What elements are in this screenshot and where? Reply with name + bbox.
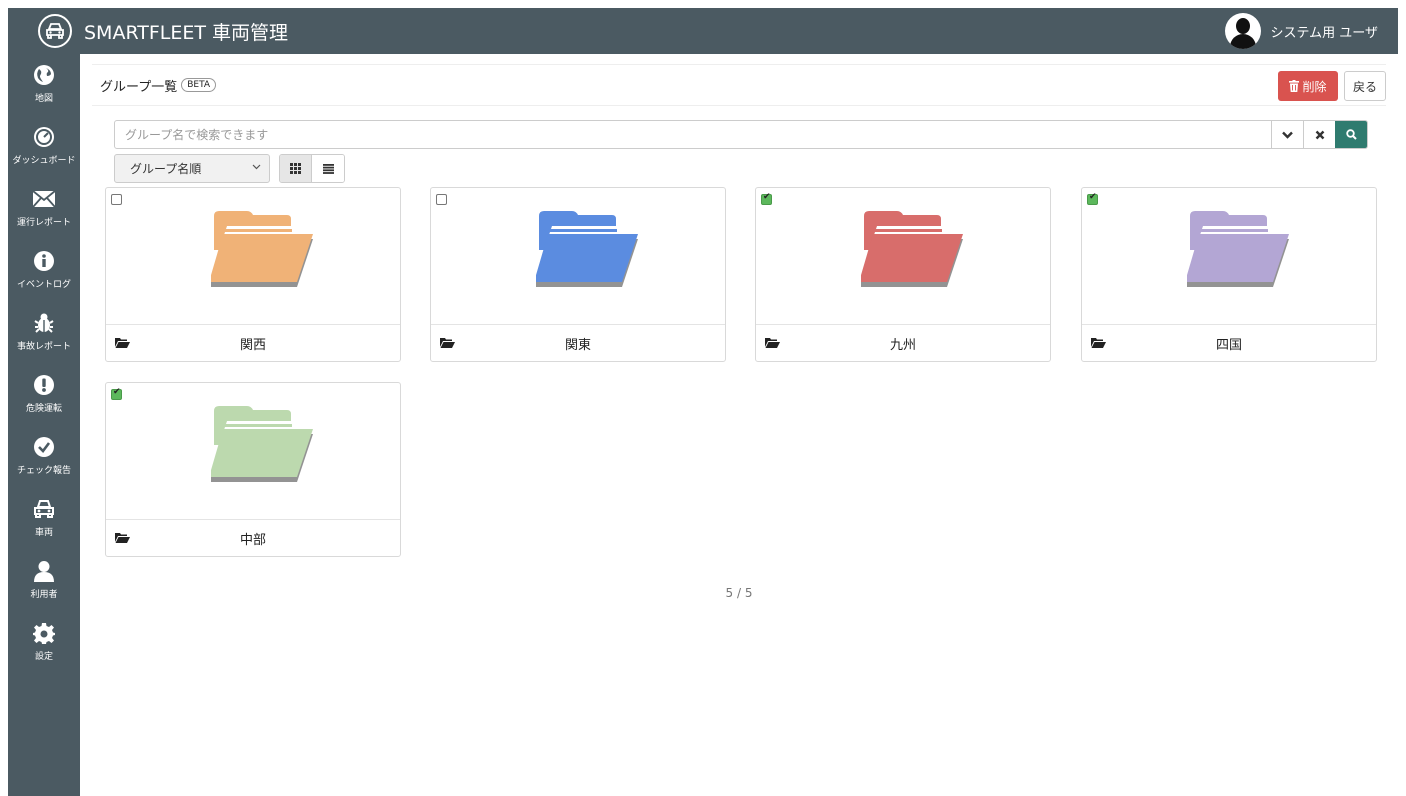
pagination-indicator: 5 / 5 [725, 586, 753, 600]
sidebar-item-trip-report[interactable]: 運行レポート [8, 178, 80, 240]
search-button[interactable] [1335, 121, 1367, 148]
group-checkbox[interactable] [761, 192, 772, 205]
search-icon [1345, 129, 1357, 140]
sidebar-item-label: イベントログ [16, 280, 71, 290]
user-icon [31, 558, 57, 584]
bug-icon [31, 310, 57, 336]
sidebar-item-users[interactable]: 利用者 [8, 550, 80, 612]
sort-selected-value: グループ名順 [130, 162, 202, 176]
delete-button[interactable]: 削除 [1278, 71, 1338, 101]
user-menu[interactable]: システム用 ユーザ [1224, 13, 1378, 49]
sidebar-item-label: 地図 [34, 94, 53, 104]
beta-badge: BETA [181, 78, 217, 92]
group-checkbox[interactable] [111, 387, 122, 400]
chevron-down-icon [252, 164, 261, 170]
sidebar-item-dashboard[interactable]: ダッシュボード [8, 116, 80, 178]
sidebar-item-event-log[interactable]: イベントログ [8, 240, 80, 302]
envelope-icon [31, 186, 57, 212]
sidebar-item-label: 車両 [34, 528, 53, 538]
search-bar [114, 120, 1368, 149]
group-card-kyushu[interactable]: 九州 [755, 187, 1051, 362]
sidebar-item-settings[interactable]: 設定 [8, 612, 80, 674]
group-name: 関西 [239, 337, 266, 353]
group-card-kansai[interactable]: 関西 [105, 187, 401, 362]
group-name: 関東 [564, 337, 591, 353]
dashboard-icon [31, 124, 57, 150]
group-card-shikoku[interactable]: 四国 [1081, 187, 1377, 362]
info-icon [31, 248, 57, 274]
view-mode-toggle [279, 154, 345, 183]
group-card-footer: 中部 [106, 519, 400, 556]
group-card-chubu[interactable]: 中部 [105, 382, 401, 557]
sidebar: 地図 ダッシュボード 運行レポート イベントログ 事故レポート 危険運転 チェッ… [8, 54, 80, 796]
group-name: 九州 [889, 337, 916, 353]
sidebar-item-label: 利用者 [30, 590, 58, 600]
group-checkbox[interactable] [436, 194, 447, 205]
search-options-button[interactable] [1271, 121, 1303, 148]
globe-icon [31, 62, 57, 88]
grid-view-button[interactable] [280, 155, 312, 182]
group-card-footer: 関東 [431, 324, 725, 361]
sidebar-item-map[interactable]: 地図 [8, 54, 80, 116]
close-icon [1315, 130, 1324, 139]
folder-open-icon [765, 338, 780, 348]
page-header: グループ一覧 BETA 削除 戻る [92, 64, 1386, 106]
delete-button-label: 削除 [1302, 79, 1327, 94]
folder-open-icon [115, 533, 130, 543]
sort-select[interactable]: グループ名順 [114, 154, 270, 183]
sidebar-item-label: 危険運転 [25, 404, 62, 414]
group-name: 四国 [1215, 337, 1242, 353]
sidebar-item-dangerous-driving[interactable]: 危険運転 [8, 364, 80, 426]
car-icon [31, 496, 57, 522]
sidebar-item-check-report[interactable]: チェック報告 [8, 426, 80, 488]
gear-icon [31, 620, 57, 646]
user-name[interactable]: システム用 ユーザ [1271, 22, 1378, 41]
group-checkbox[interactable] [1087, 192, 1098, 205]
check-circle-icon [31, 434, 57, 460]
app-title: SMARTFLEET 車両管理 [84, 21, 289, 44]
sidebar-item-label: ダッシュボード [12, 156, 76, 166]
list-icon [322, 163, 334, 174]
folder-open-icon [1091, 338, 1106, 348]
folder-icon [1187, 211, 1289, 287]
list-view-button[interactable] [312, 155, 344, 182]
group-checkbox[interactable] [111, 194, 122, 205]
sidebar-item-accident-report[interactable]: 事故レポート [8, 302, 80, 364]
search-input[interactable] [115, 121, 1271, 148]
back-button[interactable]: 戻る [1344, 71, 1386, 101]
search-clear-button[interactable] [1303, 121, 1335, 148]
group-card-footer: 九州 [756, 324, 1050, 361]
sidebar-item-label: チェック報告 [16, 466, 71, 476]
folder-icon [211, 406, 313, 482]
group-card-footer: 四国 [1082, 324, 1376, 361]
chevron-down-icon [1282, 131, 1293, 139]
page-title: グループ一覧 [100, 79, 178, 95]
folder-icon [211, 211, 313, 287]
folder-icon [861, 211, 963, 287]
trash-icon [1289, 80, 1300, 92]
sidebar-item-label: 運行レポート [16, 218, 71, 228]
folder-open-icon [115, 338, 130, 348]
top-bar: SMARTFLEET 車両管理 システム用 ユーザ [8, 8, 1398, 54]
grid-icon [290, 163, 301, 174]
main-content: グループ一覧 BETA 削除 戻る グループ名順 [80, 54, 1398, 796]
user-avatar-icon[interactable] [1224, 13, 1261, 49]
group-card-footer: 関西 [106, 324, 400, 361]
sidebar-item-vehicles[interactable]: 車両 [8, 488, 80, 550]
group-card-kanto[interactable]: 関東 [430, 187, 726, 362]
car-logo-icon[interactable] [38, 14, 72, 48]
exclamation-icon [31, 372, 57, 398]
folder-open-icon [440, 338, 455, 348]
sidebar-item-label: 設定 [34, 652, 53, 662]
sidebar-item-label: 事故レポート [16, 342, 71, 352]
folder-icon [536, 211, 638, 287]
group-name: 中部 [239, 532, 266, 548]
